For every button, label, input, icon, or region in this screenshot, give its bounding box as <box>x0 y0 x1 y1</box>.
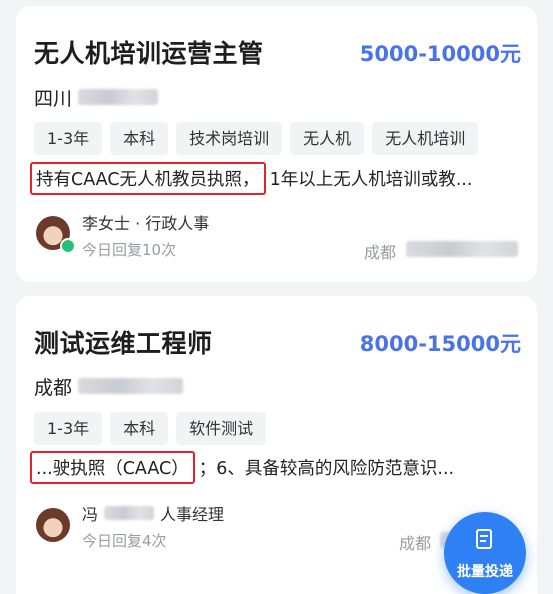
batch-apply-label: 批量投递 <box>457 564 513 580</box>
description-text: 1年以上无人机培训或教... <box>269 170 473 190</box>
job-card[interactable]: 无人机培训运营主管 5000-10000元 四川 1-3年 本科 技术岗培训 无… <box>16 6 537 282</box>
job-salary: 5000-10000元 <box>359 42 521 66</box>
online-status-icon <box>60 238 76 254</box>
recruiter-name: 李女士 · 行政人事 <box>82 214 210 233</box>
job-title: 无人机培训运营主管 <box>34 39 264 68</box>
job-tag: 软件测试 <box>176 412 267 445</box>
redacted-location <box>78 89 158 105</box>
job-tag: 无人机 <box>290 122 365 155</box>
job-location: 成都 <box>34 377 73 399</box>
job-location: 四川 <box>34 88 73 110</box>
job-tag: 技术岗培训 <box>176 122 283 155</box>
job-salary: 8000-15000元 <box>359 332 521 356</box>
job-city: 成都 <box>364 243 397 262</box>
job-tag: 本科 <box>110 122 169 155</box>
job-tag: 1-3年 <box>34 122 103 155</box>
description-text: ；6、具备较高的风险防范意识... <box>198 459 455 479</box>
job-tags: 1-3年 本科 软件测试 <box>34 412 267 445</box>
job-tag: 本科 <box>110 412 169 445</box>
recruiter-title: 人事经理 <box>160 505 225 524</box>
reply-count: 今日回复4次 <box>82 532 167 550</box>
redacted-location <box>78 378 183 394</box>
reply-count: 今日回复10次 <box>82 241 177 259</box>
highlighted-keyword: 持有CAAC无人机教员执照， <box>30 162 266 195</box>
job-description: ...驶执照（CAAC） ；6、具备较高的风险防范意识... <box>30 451 523 484</box>
redacted-address <box>406 241 518 257</box>
clipboard-icon <box>476 529 492 549</box>
recruiter-surname: 冯 <box>82 505 99 524</box>
job-tag: 无人机培训 <box>372 122 479 155</box>
job-tags: 1-3年 本科 技术岗培训 无人机 无人机培训 <box>34 122 479 155</box>
redacted-name <box>104 506 155 520</box>
highlighted-keyword: ...驶执照（CAAC） <box>30 451 195 484</box>
job-title: 测试运维工程师 <box>34 329 213 358</box>
job-description: 持有CAAC无人机教员执照， 1年以上无人机培训或教... <box>30 162 523 195</box>
recruiter-avatar <box>36 508 70 542</box>
recruiter-name: 冯 人事经理 <box>82 501 224 525</box>
job-city: 成都 <box>399 534 432 553</box>
job-tag: 1-3年 <box>34 412 103 445</box>
batch-apply-button[interactable]: 批量投递 <box>444 512 526 594</box>
